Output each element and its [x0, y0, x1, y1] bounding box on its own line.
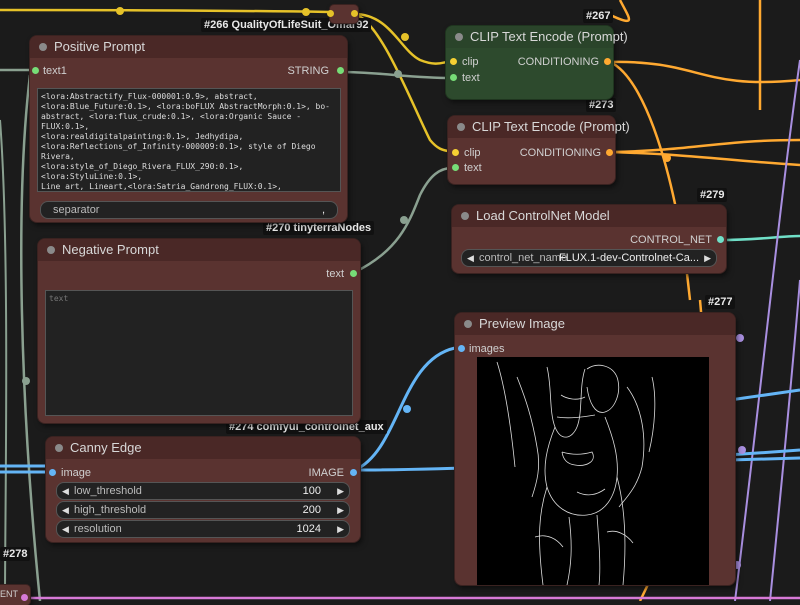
clip-input-dot[interactable]: [450, 58, 457, 65]
node-title: CLIP Text Encode (Prompt): [470, 29, 628, 44]
text1-input-dot[interactable]: [32, 67, 39, 74]
node-title: CLIP Text Encode (Prompt): [472, 119, 630, 134]
collapse-dot-icon[interactable]: [464, 320, 472, 328]
preview-image-header[interactable]: Preview Image: [455, 313, 735, 335]
node-id-267: #267: [583, 9, 614, 23]
collapse-dot-icon[interactable]: [457, 123, 465, 131]
negative-prompt-node[interactable]: Negative Prompt text text: [38, 239, 360, 423]
images-input-dot[interactable]: [458, 345, 465, 352]
left-arrow-icon[interactable]: ◀: [467, 250, 474, 266]
negative-prompt-textarea[interactable]: text: [45, 290, 353, 416]
node-title: Preview Image: [479, 316, 565, 331]
clip-input-label: clip: [462, 56, 479, 68]
preview-image: [477, 357, 709, 586]
collapse-dot-icon[interactable]: [47, 246, 55, 254]
canny-edge-figure: [496, 361, 656, 586]
collapse-dot-icon[interactable]: [455, 33, 463, 41]
low-threshold-value: 100: [302, 485, 321, 497]
clip-text-encode-273[interactable]: CLIP Text Encode (Prompt) clip CONDITION…: [448, 116, 630, 184]
separator-value: ,: [321, 204, 325, 216]
collapse-dot-icon[interactable]: [461, 212, 469, 220]
control-net-output-label: CONTROL_NET: [630, 234, 712, 246]
control-net-name-label: control_net_name: [479, 252, 568, 264]
node-id-279: #279: [697, 188, 728, 202]
conditioning-output-dot[interactable]: [604, 58, 611, 65]
image-input-dot[interactable]: [49, 469, 56, 476]
text-input-label: text: [462, 72, 480, 84]
clip-input-label: clip: [464, 147, 481, 159]
left-arrow-icon[interactable]: ◀: [62, 502, 69, 518]
partial-output-label: ENT: [0, 589, 18, 599]
image-output-dot[interactable]: [350, 469, 357, 476]
right-arrow-icon[interactable]: ▶: [337, 483, 344, 499]
left-arrow-icon[interactable]: ◀: [62, 483, 69, 499]
node-title: Canny Edge: [70, 440, 142, 455]
positive-prompt-header[interactable]: Positive Prompt: [30, 36, 347, 58]
node-id-278: #278: [0, 547, 31, 561]
image-output-label: IMAGE: [308, 467, 344, 479]
positive-prompt-node[interactable]: Positive Prompt text1 STRING <lora:Abstr…: [30, 36, 347, 222]
high-threshold-widget[interactable]: ◀ high_threshold 200 ▶: [56, 501, 350, 519]
preview-image-node[interactable]: Preview Image images: [455, 313, 735, 586]
high-threshold-value: 200: [302, 504, 321, 516]
clip-encode-header[interactable]: CLIP Text Encode (Prompt): [448, 116, 630, 138]
partial-node-278[interactable]: ENT: [0, 585, 30, 605]
separator-label: separator: [53, 204, 100, 216]
collapse-dot-icon[interactable]: [55, 444, 63, 452]
image-input-label: image: [61, 467, 91, 479]
qol-input-dot[interactable]: [327, 10, 334, 17]
low-threshold-label: low_threshold: [74, 485, 142, 497]
string-output-label: STRING: [287, 65, 329, 77]
control-net-name-value: FLUX.1-dev-Controlnet-Ca...: [559, 252, 699, 264]
right-arrow-icon[interactable]: ▶: [337, 521, 344, 537]
conditioning-output-label: CONDITIONING: [517, 56, 599, 68]
control-net-name-widget[interactable]: ◀ control_net_name FLUX.1-dev-Controlnet…: [461, 249, 717, 267]
resolution-value: 1024: [296, 523, 321, 535]
positive-prompt-textarea[interactable]: <lora:Abstractify_Flux-000001:0.9>, abst…: [37, 88, 341, 192]
node-title: Positive Prompt: [54, 39, 146, 54]
text1-input-label: text1: [43, 65, 67, 77]
text-input-dot[interactable]: [450, 74, 457, 81]
text-input-label: text: [464, 162, 482, 174]
low-threshold-widget[interactable]: ◀ low_threshold 100 ▶: [56, 482, 350, 500]
conditioning-output-dot[interactable]: [606, 149, 613, 156]
resolution-widget[interactable]: ◀ resolution 1024 ▶: [56, 520, 350, 538]
clip-encode-header[interactable]: CLIP Text Encode (Prompt): [446, 26, 628, 48]
text-output-dot[interactable]: [350, 270, 357, 277]
collapse-dot-icon[interactable]: [39, 43, 47, 51]
node-id-273: #273: [586, 98, 617, 112]
node-id-277: #277: [705, 295, 736, 309]
node-id-270: #270 tinyterraNodes: [263, 221, 375, 235]
resolution-label: resolution: [74, 523, 122, 535]
node-title: Load ControlNet Model: [476, 208, 610, 223]
clip-input-dot[interactable]: [452, 149, 459, 156]
conditioning-output-label: CONDITIONING: [519, 147, 601, 159]
canny-edge-header[interactable]: Canny Edge: [46, 437, 360, 459]
left-arrow-icon[interactable]: ◀: [62, 521, 69, 537]
partial-output-dot[interactable]: [21, 594, 28, 601]
clip-text-encode-267[interactable]: CLIP Text Encode (Prompt) clip CONDITION…: [446, 26, 628, 99]
text-input-dot[interactable]: [452, 164, 459, 171]
text-output-label: text: [326, 268, 344, 280]
negative-prompt-header[interactable]: Negative Prompt: [38, 239, 360, 261]
string-output-dot[interactable]: [337, 67, 344, 74]
load-controlnet-node[interactable]: Load ControlNet Model CONTROL_NET ◀ cont…: [452, 205, 726, 273]
high-threshold-label: high_threshold: [74, 504, 147, 516]
control-net-output-dot[interactable]: [717, 236, 724, 243]
images-input-label: images: [469, 343, 505, 355]
canny-edge-node[interactable]: Canny Edge image IMAGE ◀ low_threshold 1…: [46, 437, 360, 542]
node-title: Negative Prompt: [62, 242, 159, 257]
separator-widget[interactable]: separator ,: [40, 201, 338, 219]
controlnet-header[interactable]: Load ControlNet Model: [452, 205, 726, 227]
qol-output-dot[interactable]: [351, 10, 358, 17]
right-arrow-icon[interactable]: ▶: [704, 250, 711, 266]
right-arrow-icon[interactable]: ▶: [337, 502, 344, 518]
quality-of-life-node[interactable]: [327, 5, 358, 23]
